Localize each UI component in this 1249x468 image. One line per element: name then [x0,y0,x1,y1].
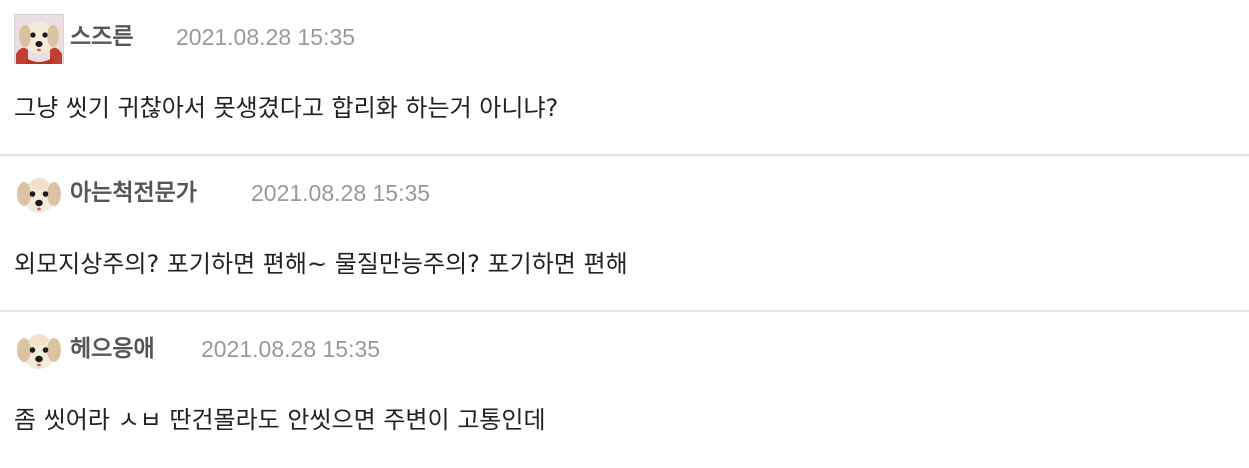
comment-item: 아는척전문가 2021.08.28 15:35 외모지상주의? 포기하면 편해~… [0,156,1249,312]
comment-timestamp: 2021.08.28 15:35 [251,180,431,206]
comment-timestamp: 2021.08.28 15:35 [176,24,356,50]
comment-item: 스즈른 2021.08.28 15:35 그냥 씻기 귀찮아서 못생겼다고 합리… [0,0,1249,156]
comment-nickname[interactable]: 아는척전문가 [70,178,197,208]
comment-nickname[interactable]: 스즈른 [70,22,133,52]
puppy-icon [17,334,61,369]
comment-item: 헤으응애 2021.08.28 15:35 좀 씻어라 ㅅㅂ 딴건몰라도 안씻으… [0,312,1249,468]
comment-list: 스즈른 2021.08.28 15:35 그냥 씻기 귀찮아서 못생겼다고 합리… [0,0,1249,468]
avatar[interactable] [14,14,64,64]
comment-text: 외모지상주의? 포기하면 편해~ 물질만능주의? 포기하면 편해 [14,250,628,278]
avatar[interactable] [14,326,64,376]
comment-text: 좀 씻어라 ㅅㅂ 딴건몰라도 안씻으면 주변이 고통인데 [14,406,546,434]
comment-timestamp: 2021.08.28 15:35 [201,336,381,362]
comment-nickname[interactable]: 헤으응애 [70,334,155,364]
puppy-with-red-scarf-icon [14,14,64,64]
avatar[interactable] [14,170,64,220]
comment-text: 그냥 씻기 귀찮아서 못생겼다고 합리화 하는거 아니냐? [14,94,559,122]
puppy-icon [17,178,61,213]
